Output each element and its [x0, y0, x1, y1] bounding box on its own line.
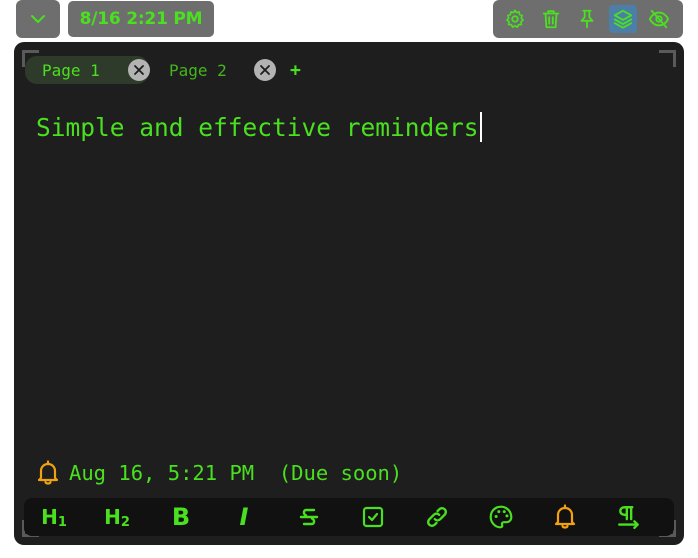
resize-handle-top-right[interactable]	[659, 50, 676, 67]
strikethrough-button[interactable]	[294, 502, 324, 532]
heading2-icon: H2	[104, 505, 130, 530]
heading-1-button[interactable]: H1	[39, 502, 69, 532]
bell-icon	[554, 504, 576, 529]
close-icon	[260, 65, 270, 75]
collapse-button[interactable]	[16, 0, 60, 38]
hide-button[interactable]	[645, 5, 673, 33]
close-tab-page-1-button[interactable]	[128, 59, 150, 81]
add-tab-button[interactable]: +	[290, 60, 301, 81]
link-button[interactable]	[422, 502, 452, 532]
note-editor[interactable]: Simple and effective reminders	[36, 112, 482, 142]
datetime-display[interactable]: 8/16 2:21 PM	[68, 1, 214, 37]
checkbox-icon	[362, 506, 384, 528]
bold-icon: B	[171, 503, 191, 531]
settings-button[interactable]	[501, 5, 529, 33]
strikethrough-icon	[299, 508, 319, 526]
bell-icon	[36, 460, 60, 486]
bold-button[interactable]: B	[166, 502, 196, 532]
tab-label: Page 2	[169, 60, 227, 80]
note-panel: Page 1 Page 2 + Simple and effective rem…	[14, 42, 684, 545]
layers-icon	[613, 9, 633, 29]
delete-button[interactable]	[537, 5, 565, 33]
top-bar: 8/16 2:21 PM	[0, 0, 698, 40]
eye-off-icon	[648, 9, 670, 29]
italic-icon: I	[239, 503, 249, 531]
checklist-button[interactable]	[358, 502, 388, 532]
format-toolbar: H1 H2 B I	[24, 498, 674, 536]
heading1-icon: H1	[41, 505, 67, 530]
gear-icon	[506, 9, 524, 28]
reminder-button[interactable]	[550, 502, 580, 532]
reminder-text: Aug 16, 5:21 PM (Due soon)	[69, 461, 403, 485]
tab-page-2[interactable]: Page 2	[169, 56, 244, 84]
text-direction-button[interactable]	[614, 502, 644, 532]
palette-icon	[489, 505, 513, 529]
chevron-down-icon	[31, 15, 45, 23]
pin-icon	[580, 9, 594, 29]
italic-button[interactable]: I	[229, 502, 259, 532]
link-icon	[427, 506, 447, 528]
heading-2-button[interactable]: H2	[102, 502, 132, 532]
close-icon	[134, 65, 144, 75]
actions-bar	[493, 0, 683, 38]
tab-label: Page 1	[42, 60, 100, 80]
pin-button[interactable]	[573, 5, 601, 33]
reminder-status[interactable]: Aug 16, 5:21 PM (Due soon)	[36, 460, 402, 486]
text-caret	[479, 112, 482, 142]
color-button[interactable]	[486, 502, 516, 532]
trash-icon	[542, 10, 560, 29]
note-text: Simple and effective reminders	[36, 112, 479, 142]
layers-button[interactable]	[609, 5, 637, 33]
close-tab-page-2-button[interactable]	[254, 59, 276, 81]
paragraph-direction-icon	[618, 506, 639, 530]
